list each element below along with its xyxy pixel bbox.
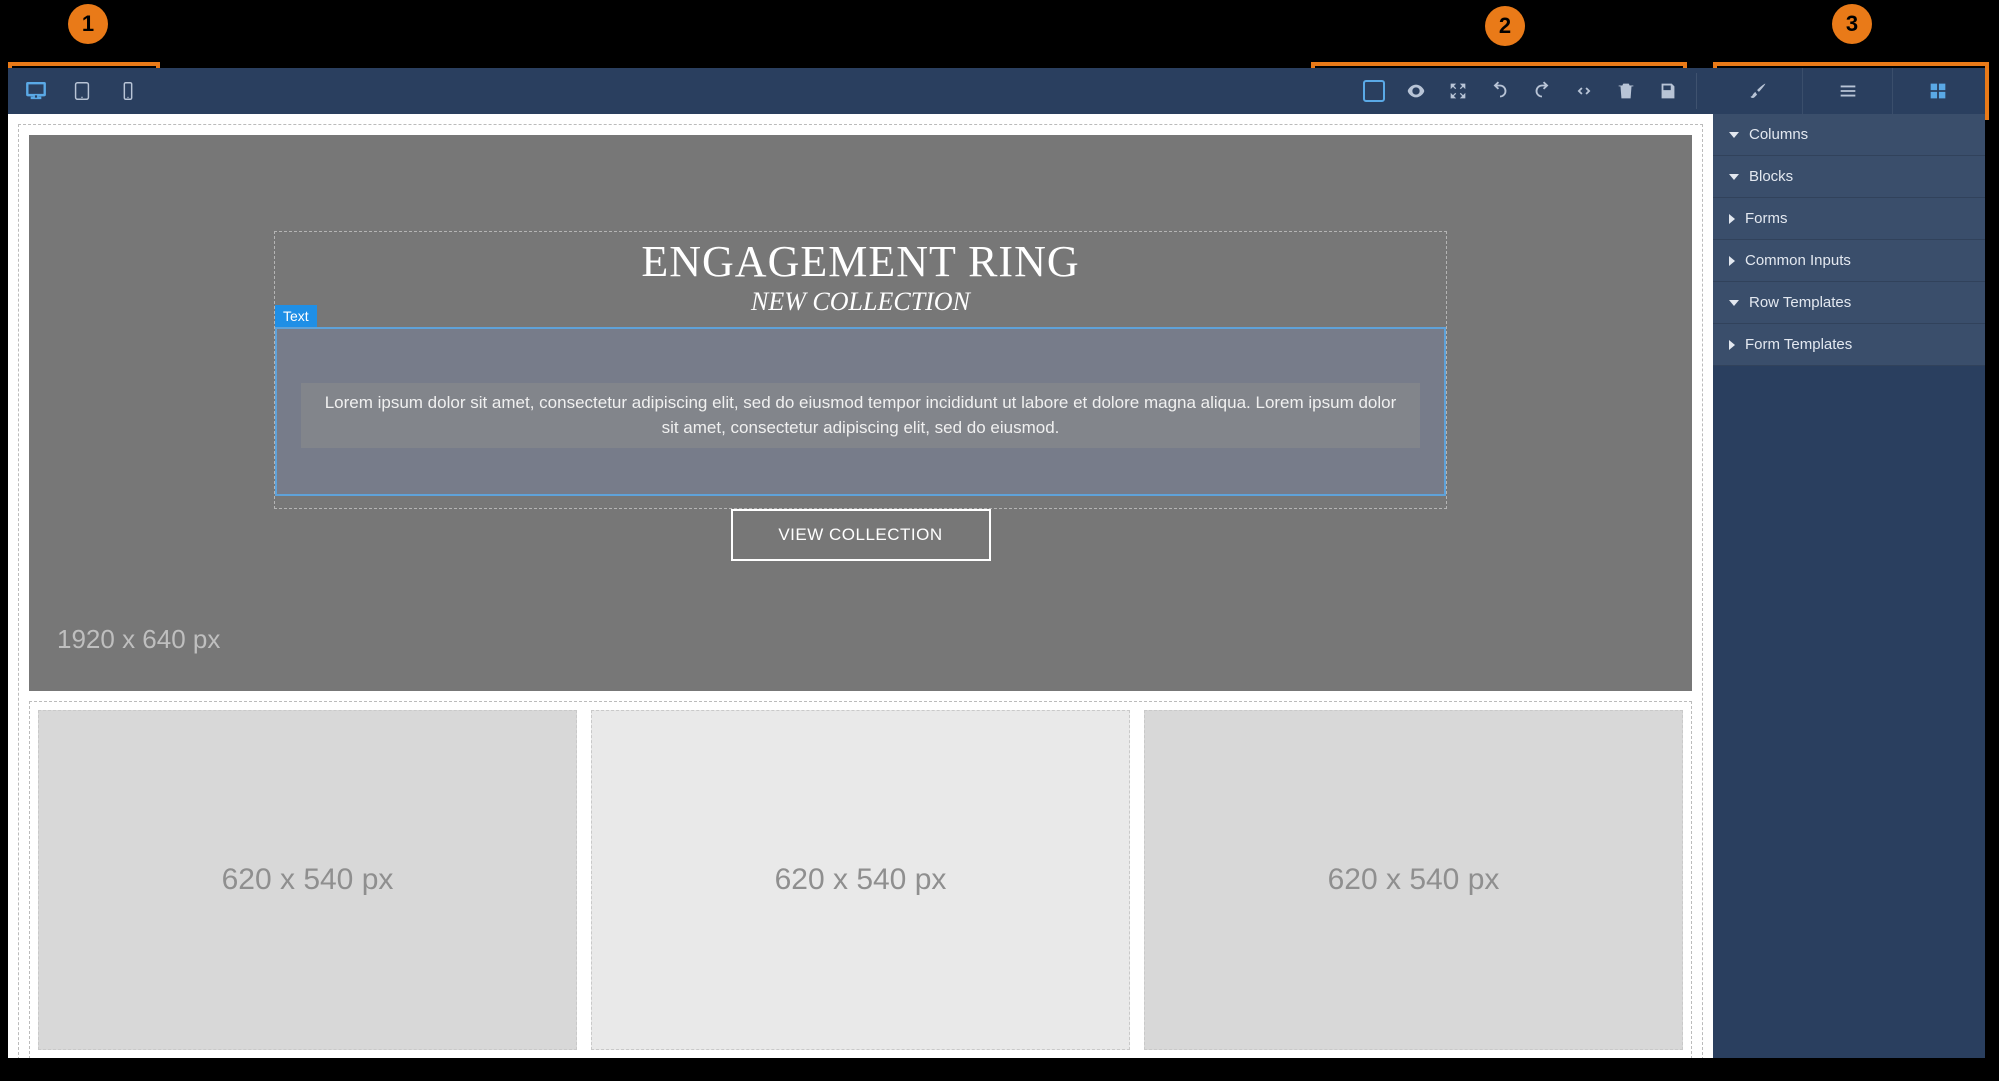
hero-dimension-label: 1920 x 640 px (57, 624, 220, 655)
save-icon (1657, 80, 1679, 102)
caret-down-icon (1729, 300, 1739, 306)
menu-icon (1837, 80, 1859, 102)
main-column: ENGAGEMENT RING NEW COLLECTION Text Lore… (8, 68, 1713, 1058)
caret-right-icon (1729, 340, 1735, 350)
annotation-marker-3: 3 (1832, 4, 1872, 44)
card-dimension-label: 620 x 540 px (1328, 863, 1500, 897)
outline-icon (1363, 80, 1385, 102)
panel-form-templates[interactable]: Form Templates (1713, 324, 1985, 366)
hero-title[interactable]: ENGAGEMENT RING (275, 232, 1446, 287)
code-icon (1573, 80, 1595, 102)
canvas-section[interactable]: ENGAGEMENT RING NEW COLLECTION Text Lore… (18, 124, 1703, 1058)
code-button[interactable] (1570, 77, 1598, 105)
hero-body-text[interactable]: Lorem ipsum dolor sit amet, consectetur … (301, 383, 1420, 448)
panel-blocks[interactable]: Blocks (1713, 156, 1985, 198)
device-desktop-button[interactable] (22, 77, 50, 105)
panel-row-templates[interactable]: Row Templates (1713, 282, 1985, 324)
hero-inner[interactable]: ENGAGEMENT RING NEW COLLECTION Text Lore… (274, 231, 1447, 509)
device-tablet-button[interactable] (68, 77, 96, 105)
text-block-selected[interactable]: Text Lorem ipsum dolor sit amet, consect… (275, 327, 1446, 496)
hero-block[interactable]: ENGAGEMENT RING NEW COLLECTION Text Lore… (29, 135, 1692, 691)
panel-list: Columns Blocks Forms Common Inputs Row T… (1713, 114, 1985, 366)
annotation-marker-2: 2 (1485, 6, 1525, 46)
brush-icon (1747, 80, 1769, 102)
panel-label: Forms (1745, 210, 1788, 227)
redo-icon (1531, 80, 1553, 102)
caret-right-icon (1729, 256, 1735, 266)
panel-label: Form Templates (1745, 336, 1852, 353)
card-1[interactable]: 620 x 540 px (38, 710, 577, 1050)
save-button[interactable] (1654, 77, 1682, 105)
redo-button[interactable] (1528, 77, 1556, 105)
eye-icon (1405, 80, 1427, 102)
delete-button[interactable] (1612, 77, 1640, 105)
sidebar: Columns Blocks Forms Common Inputs Row T… (1713, 68, 1985, 1058)
panel-common-inputs[interactable]: Common Inputs (1713, 240, 1985, 282)
caret-right-icon (1729, 214, 1735, 224)
desktop-icon (25, 80, 47, 102)
outline-toggle-button[interactable] (1360, 77, 1388, 105)
top-toolbar (8, 68, 1713, 114)
card-dimension-label: 620 x 540 px (775, 863, 947, 897)
tab-style[interactable] (1713, 68, 1803, 114)
panel-forms[interactable]: Forms (1713, 198, 1985, 240)
trash-icon (1615, 80, 1637, 102)
fullscreen-button[interactable] (1444, 77, 1472, 105)
panel-label: Blocks (1749, 168, 1793, 185)
caret-down-icon (1729, 174, 1739, 180)
panel-columns[interactable]: Columns (1713, 114, 1985, 156)
caret-down-icon (1729, 132, 1739, 138)
card-dimension-label: 620 x 540 px (222, 863, 394, 897)
view-collection-button[interactable]: VIEW COLLECTION (731, 509, 991, 561)
action-tools-group (1360, 68, 1713, 114)
panel-label: Row Templates (1749, 294, 1851, 311)
device-mobile-button[interactable] (114, 77, 142, 105)
separator (1696, 73, 1697, 109)
selection-tag: Text (275, 305, 317, 327)
card-3[interactable]: 620 x 540 px (1144, 710, 1683, 1050)
tab-layers[interactable] (1803, 68, 1893, 114)
grid-icon (1927, 80, 1949, 102)
panel-label: Common Inputs (1745, 252, 1851, 269)
sidebar-tabs (1713, 68, 1985, 114)
undo-button[interactable] (1486, 77, 1514, 105)
mobile-icon (117, 80, 139, 102)
hero-subtitle[interactable]: NEW COLLECTION (275, 287, 1446, 327)
undo-icon (1489, 80, 1511, 102)
panel-label: Columns (1749, 126, 1808, 143)
device-switch-group (8, 68, 142, 114)
root: 1 2 3 (0, 0, 1999, 1081)
preview-button[interactable] (1402, 77, 1430, 105)
canvas-area[interactable]: ENGAGEMENT RING NEW COLLECTION Text Lore… (8, 114, 1713, 1058)
tab-blocks[interactable] (1893, 68, 1983, 114)
tablet-icon (71, 80, 93, 102)
annotation-marker-1: 1 (68, 4, 108, 44)
card-2[interactable]: 620 x 540 px (591, 710, 1130, 1050)
cards-row[interactable]: 620 x 540 px 620 x 540 px 620 x 540 px (29, 701, 1692, 1058)
fullscreen-icon (1447, 80, 1469, 102)
app-window: ENGAGEMENT RING NEW COLLECTION Text Lore… (8, 68, 1985, 1058)
